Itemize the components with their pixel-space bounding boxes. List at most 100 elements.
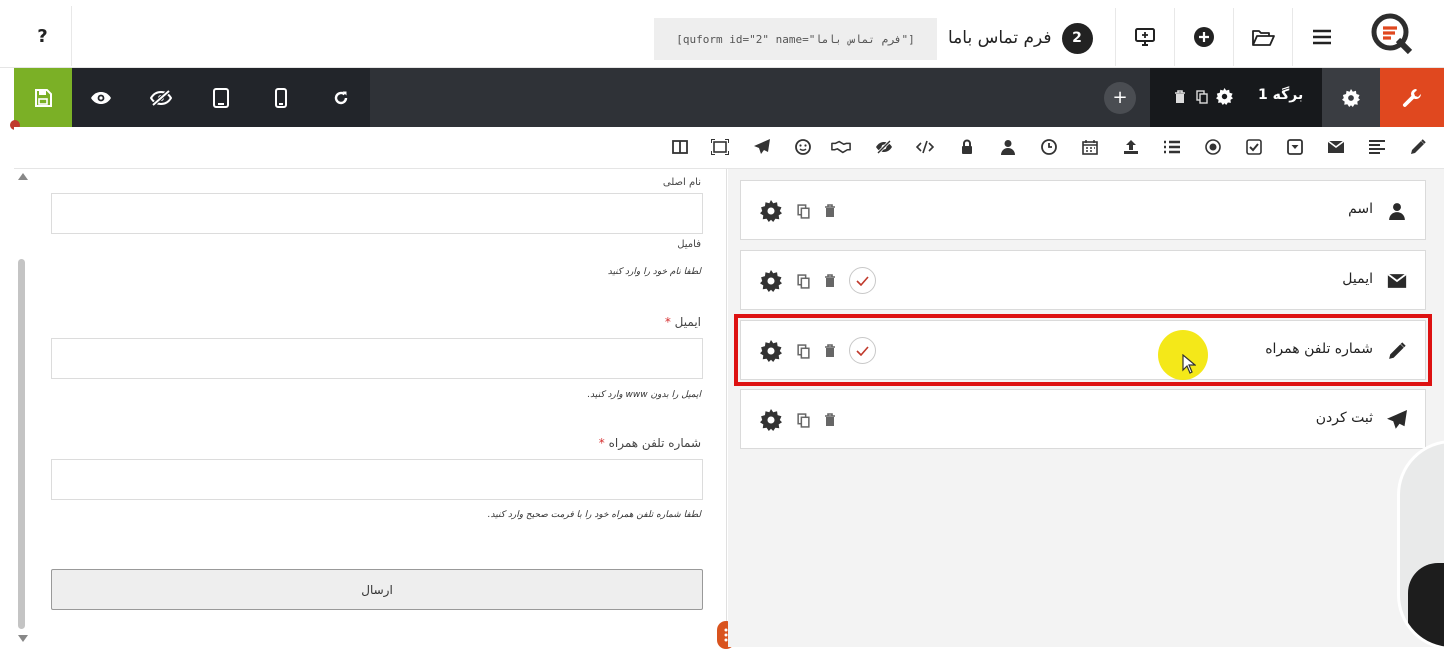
submit-button[interactable]: ارسال	[51, 569, 703, 610]
field-row-name[interactable]: اسم	[740, 180, 1426, 240]
tablet-view-button[interactable]	[192, 68, 250, 127]
gear-icon	[1342, 88, 1360, 107]
copy-icon[interactable]	[1196, 90, 1208, 104]
add-time-field[interactable]	[1039, 137, 1059, 157]
columns-icon	[672, 140, 688, 154]
reload-button[interactable]	[312, 68, 370, 127]
tools-button[interactable]	[1380, 68, 1444, 127]
scroll-down-arrow[interactable]	[18, 635, 28, 642]
envelope-icon	[1327, 140, 1345, 153]
phone-hint: لطفا شماره تلفن همراه خود را با فرمت صحی…	[487, 510, 701, 520]
field-settings-button[interactable]	[759, 199, 783, 223]
required-marker: *	[598, 436, 605, 450]
field-delete-button[interactable]	[818, 199, 842, 223]
field-row-phone[interactable]: شماره تلفن همراه	[734, 314, 1432, 386]
add-hidden-field[interactable]	[874, 137, 894, 157]
add-checkbox-field[interactable]	[1244, 137, 1264, 157]
gear-icon	[760, 409, 782, 431]
add-name-field[interactable]	[998, 137, 1018, 157]
add-submit-field[interactable]	[752, 137, 772, 157]
trash-icon[interactable]	[1174, 90, 1186, 104]
field-name: اسم	[1348, 201, 1373, 217]
add-column-field[interactable]	[670, 137, 690, 157]
field-delete-button[interactable]	[818, 269, 842, 293]
form-builder: اسم ایمیل شماره تلفن همراه ثبت کردن	[728, 169, 1444, 647]
add-group-field[interactable]	[710, 137, 730, 157]
email-hint: ایمیل را بدون www وارد کنید.	[587, 390, 701, 400]
field-delete-button[interactable]	[818, 339, 842, 363]
align-left-icon	[1369, 140, 1385, 154]
refresh-icon	[334, 91, 348, 104]
hide-preview-button[interactable]	[132, 68, 190, 127]
builder-toolbar: + برگه 1	[14, 68, 1444, 127]
field-delete-button[interactable]	[818, 408, 842, 432]
save-button[interactable]	[14, 68, 72, 127]
preview-button[interactable]	[72, 68, 130, 127]
eye-slash-icon	[876, 140, 892, 154]
page-tab[interactable]: برگه 1	[1150, 68, 1322, 127]
first-name-label: نام اصلی	[662, 177, 701, 188]
field-settings-button[interactable]	[759, 339, 783, 363]
required-toggle[interactable]	[849, 337, 876, 364]
add-select-field[interactable]	[1285, 137, 1305, 157]
phone-label: شماره تلفن همراه *	[599, 436, 701, 450]
copy-icon	[796, 203, 810, 219]
field-duplicate-button[interactable]	[791, 199, 815, 223]
gear-icon	[760, 200, 782, 222]
help-button[interactable]: ?	[14, 6, 72, 66]
mobile-view-button[interactable]	[252, 68, 310, 127]
add-html-field[interactable]	[915, 137, 935, 157]
add-date-field[interactable]	[1080, 137, 1100, 157]
handshake-icon	[831, 140, 851, 154]
field-settings-button[interactable]	[759, 408, 783, 432]
first-name-input[interactable]	[51, 193, 703, 234]
gear-icon[interactable]	[1216, 88, 1233, 105]
preview-scrollbar[interactable]	[18, 259, 25, 629]
add-password-field[interactable]	[957, 137, 977, 157]
field-duplicate-button[interactable]	[791, 269, 815, 293]
preview-screen-button[interactable]	[1115, 8, 1173, 66]
add-textarea-field[interactable]	[1367, 137, 1387, 157]
top-bar: ? [quform id="2" name="فرم تماس باما"] 2…	[0, 0, 1444, 68]
envelope-icon	[1385, 269, 1409, 293]
field-duplicate-button[interactable]	[791, 408, 815, 432]
add-page-button[interactable]: +	[1104, 82, 1136, 114]
user-icon	[1385, 199, 1409, 223]
form-preview: نام اصلی فامیل لطفا نام خود را وارد کنید…	[14, 169, 727, 647]
add-email-field[interactable]	[1326, 137, 1346, 157]
add-radio-field[interactable]	[1203, 137, 1223, 157]
copy-icon	[796, 412, 810, 428]
open-forms-button[interactable]	[1233, 8, 1291, 66]
field-settings-button[interactable]	[759, 269, 783, 293]
field-row-submit[interactable]: ثبت کردن	[740, 389, 1426, 449]
eye-slash-icon	[150, 89, 172, 106]
clock-icon	[1041, 139, 1057, 155]
phone-input[interactable]	[51, 459, 703, 500]
add-list-field[interactable]	[1162, 137, 1182, 157]
copy-icon	[796, 273, 810, 289]
add-page-label: +	[1112, 87, 1128, 108]
trash-icon	[825, 274, 835, 287]
copy-icon	[796, 343, 810, 359]
eye-icon	[91, 91, 111, 104]
field-row-email[interactable]: ایمیل	[740, 250, 1426, 310]
phone-label-text: شماره تلفن همراه	[608, 436, 701, 450]
add-recaptcha-field[interactable]	[831, 137, 851, 157]
add-form-button[interactable]	[1174, 8, 1232, 66]
add-captcha-field[interactable]	[793, 137, 813, 157]
required-toggle[interactable]	[849, 267, 876, 294]
paper-plane-icon	[754, 139, 770, 154]
email-input[interactable]	[51, 338, 703, 379]
menu-button[interactable]	[1292, 8, 1350, 66]
field-name: شماره تلفن همراه	[1265, 341, 1373, 357]
trash-icon	[825, 344, 835, 357]
add-upload-field[interactable]	[1121, 137, 1141, 157]
field-duplicate-button[interactable]	[791, 339, 815, 363]
paper-plane-icon	[1385, 408, 1409, 432]
form-settings-button[interactable]	[1322, 68, 1380, 127]
preview-tools	[72, 68, 370, 127]
add-text-field[interactable]	[1408, 137, 1428, 157]
form-shortcode[interactable]: [quform id="2" name="فرم تماس باما"]	[654, 18, 937, 60]
scroll-up-arrow[interactable]	[18, 173, 28, 180]
field-name: ثبت کردن	[1315, 410, 1373, 426]
